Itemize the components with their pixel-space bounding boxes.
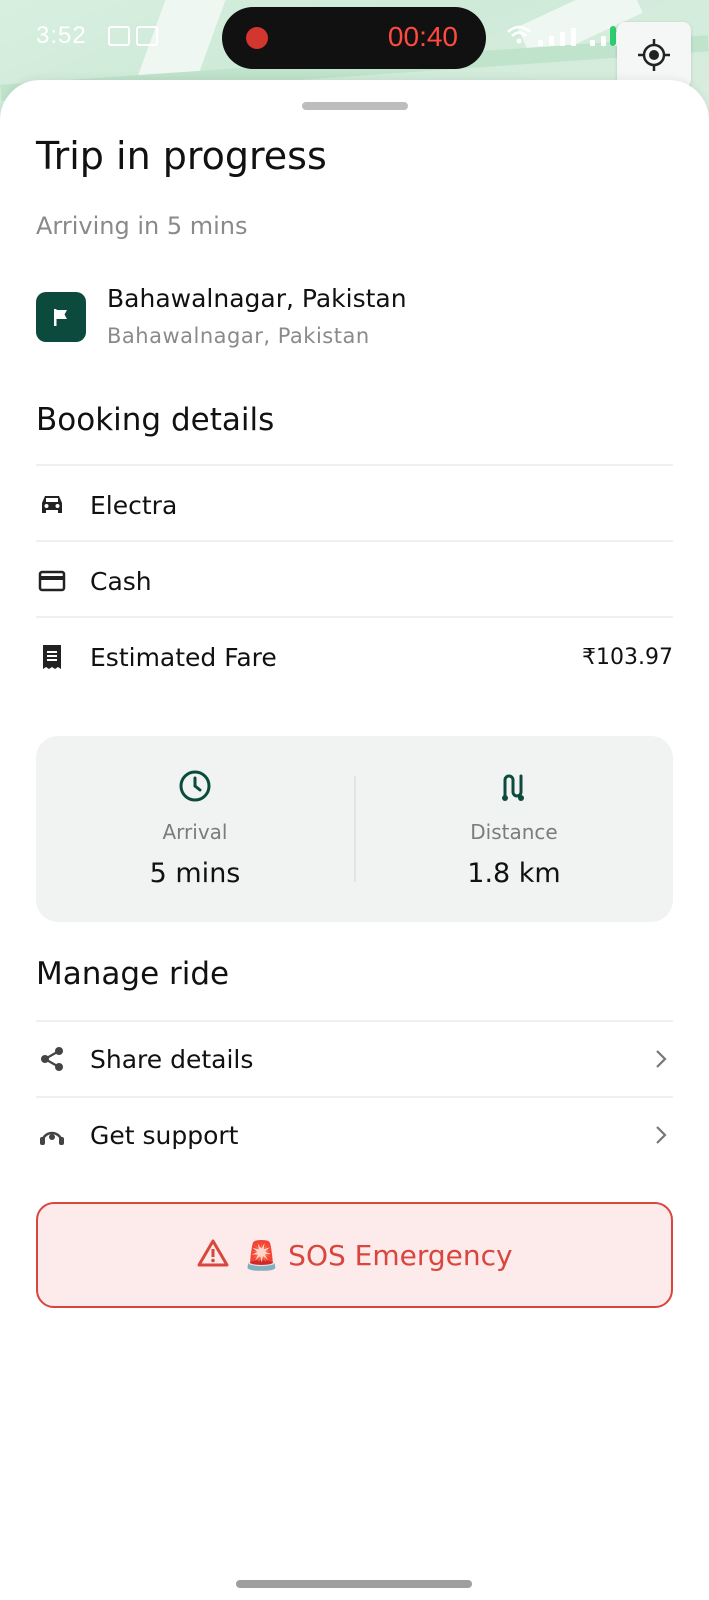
camera-icon — [108, 26, 130, 46]
manage-ride-heading: Manage ride — [36, 956, 230, 992]
get-support-label: Get support — [90, 1120, 239, 1150]
chevron-right-icon — [649, 1047, 673, 1071]
credit-card-icon — [36, 565, 68, 597]
fare-value: ₹103.97 — [582, 644, 673, 670]
share-icon — [36, 1043, 68, 1075]
destination-name: Bahawalnagar, Pakistan — [107, 284, 407, 313]
screenshot-icon — [136, 26, 158, 46]
arrival-subtitle: Arriving in 5 mins — [36, 212, 248, 240]
vehicle-label: Electra — [90, 490, 178, 520]
distance-stat: Distance 1.8 km — [355, 736, 673, 922]
destination-address: Bahawalnagar, Pakistan — [107, 324, 370, 348]
booking-row-payment: Cash — [36, 544, 673, 618]
sheet-drag-handle[interactable] — [302, 102, 408, 110]
distance-value: 1.8 km — [467, 858, 561, 889]
status-time: 3:52 — [36, 22, 87, 49]
divider — [36, 540, 673, 542]
distance-label: Distance — [470, 820, 558, 844]
divider — [36, 464, 673, 466]
route-icon — [496, 768, 532, 804]
recording-timer: 00:40 — [387, 21, 458, 52]
booking-row-vehicle: Electra — [36, 468, 673, 542]
booking-row-fare: Estimated Fare ₹103.97 — [36, 620, 673, 694]
divider — [36, 616, 673, 618]
trip-bottom-sheet: Trip in progress Arriving in 5 mins Baha… — [0, 80, 709, 1600]
arrival-label: Arrival — [162, 820, 228, 844]
support-icon — [36, 1119, 68, 1151]
share-details-label: Share details — [90, 1044, 254, 1074]
page-title: Trip in progress — [36, 134, 327, 178]
record-dot-icon — [246, 27, 268, 49]
arrival-value: 5 mins — [149, 858, 241, 889]
car-icon — [36, 489, 68, 521]
wifi-icon — [507, 25, 531, 44]
clock-icon — [177, 768, 213, 804]
status-notification-icons — [108, 26, 158, 46]
booking-details-heading: Booking details — [36, 402, 275, 438]
my-location-button[interactable] — [617, 22, 691, 88]
share-details-item[interactable]: Share details — [36, 1022, 673, 1096]
receipt-icon — [36, 641, 68, 673]
crosshair-icon — [638, 39, 670, 71]
home-indicator[interactable] — [236, 1580, 472, 1588]
get-support-item[interactable]: Get support — [36, 1098, 673, 1172]
flag-icon — [36, 292, 86, 342]
trip-stats-card: Arrival 5 mins Distance 1.8 km — [36, 736, 673, 922]
screen-recording-pill[interactable]: 00:40 — [222, 7, 486, 69]
sos-label: 🚨 SOS Emergency — [244, 1238, 513, 1272]
arrival-stat: Arrival 5 mins — [36, 736, 354, 922]
chevron-right-icon — [649, 1123, 673, 1147]
payment-label: Cash — [90, 566, 152, 596]
fare-label: Estimated Fare — [90, 642, 277, 672]
warning-icon — [196, 1238, 230, 1272]
battery-icon — [610, 26, 616, 46]
sos-emergency-button[interactable]: 🚨 SOS Emergency — [36, 1202, 673, 1308]
